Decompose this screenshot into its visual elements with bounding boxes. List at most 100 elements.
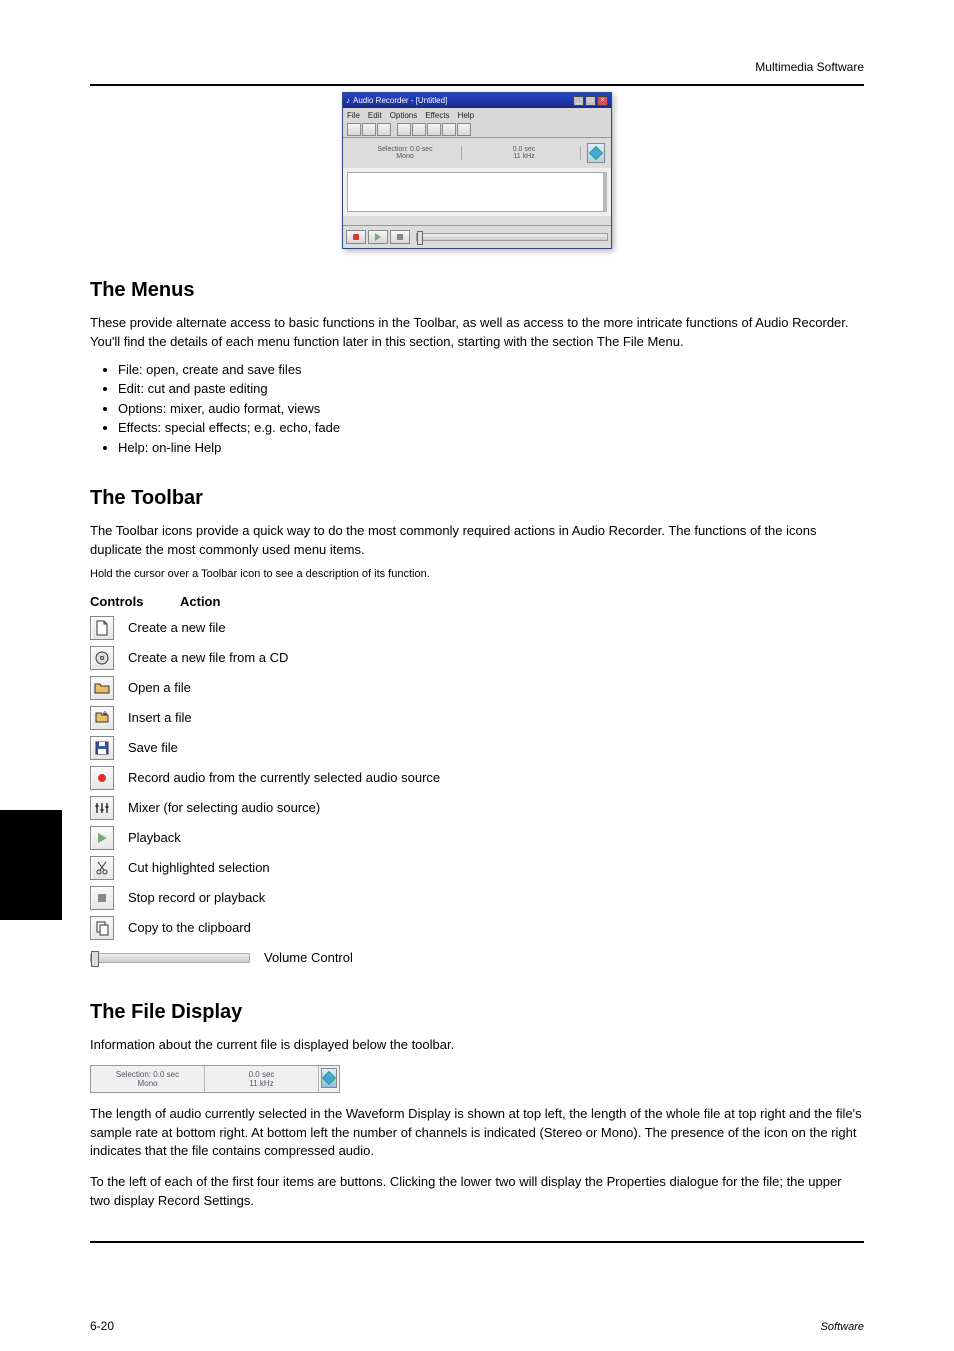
toolbar-heading: The Toolbar bbox=[90, 487, 864, 510]
menubar: File Edit Options Effects Help bbox=[343, 108, 611, 122]
fd-selection[interactable]: Selection: 0.0 sec bbox=[116, 1070, 179, 1079]
screenshot-toolbar bbox=[343, 122, 611, 138]
tb-play[interactable] bbox=[412, 123, 426, 136]
toolbar-row-save: Save file bbox=[90, 735, 864, 761]
filedisplay-p2: The length of audio currently selected i… bbox=[90, 1105, 864, 1162]
toolbar-action-label: Open a file bbox=[128, 680, 191, 695]
transport-stop-button[interactable] bbox=[390, 230, 410, 244]
toolbar-action-label: Volume Control bbox=[264, 950, 353, 965]
tb-record[interactable] bbox=[397, 123, 411, 136]
menus-list: File: open, create and save files Edit: … bbox=[118, 360, 864, 458]
menu-item-effects: Effects: special effects; e.g. echo, fad… bbox=[118, 418, 864, 438]
filedisplay-heading: The File Display bbox=[90, 1001, 864, 1024]
toolbar-action-label: Insert a file bbox=[128, 710, 192, 725]
filedisplay-p3: To the left of each of the first four it… bbox=[90, 1173, 864, 1211]
menu-effects[interactable]: Effects bbox=[425, 111, 449, 120]
close-button[interactable]: × bbox=[597, 96, 608, 106]
toolbar-row-open: Open a file bbox=[90, 675, 864, 701]
toolbar-row-volume: Volume Control bbox=[90, 945, 864, 971]
toolbar-action-label: Record audio from the currently selected… bbox=[128, 770, 440, 785]
menu-help[interactable]: Help bbox=[458, 111, 474, 120]
toolbar-action-label: Mixer (for selecting audio source) bbox=[128, 800, 320, 815]
toolbar-action-label: Stop record or playback bbox=[128, 890, 265, 905]
info-duration: 0.0 sec bbox=[513, 146, 536, 153]
menu-edit[interactable]: Edit bbox=[368, 111, 382, 120]
play-icon[interactable] bbox=[90, 826, 114, 850]
menu-item-edit: Edit: cut and paste editing bbox=[118, 379, 864, 399]
menu-options[interactable]: Options bbox=[390, 111, 418, 120]
toolbar-row-record: Record audio from the currently selected… bbox=[90, 765, 864, 791]
record-icon[interactable] bbox=[90, 766, 114, 790]
info-compressed-icon bbox=[587, 143, 605, 163]
info-selection: Selection: 0.0 sec bbox=[377, 146, 432, 153]
toolbar-action-label: Cut highlighted selection bbox=[128, 860, 270, 875]
info-mode: Mono bbox=[396, 153, 414, 160]
toolbar-row-new-from-cd: Create a new file from a CD bbox=[90, 645, 864, 671]
app-icon: ♪ bbox=[346, 96, 350, 105]
menu-item-options: Options: mixer, audio format, views bbox=[118, 399, 864, 419]
page-number: 6-20 bbox=[90, 1319, 114, 1333]
titlebar: ♪ Audio Recorder - [Untitled] _ □ × bbox=[343, 93, 611, 108]
filedisplay-p1: Information about the current file is di… bbox=[90, 1036, 864, 1055]
minimize-button[interactable]: _ bbox=[573, 96, 584, 106]
toolbar-row-copy: Copy to the clipboard bbox=[90, 915, 864, 941]
toolbar-row-insert: Insert a file bbox=[90, 705, 864, 731]
toolbar-action-label: Save file bbox=[128, 740, 178, 755]
tb-new[interactable] bbox=[347, 123, 361, 136]
tb-cut[interactable] bbox=[427, 123, 441, 136]
toolbar-row-play: Playback bbox=[90, 825, 864, 851]
timeline-ruler bbox=[343, 216, 611, 226]
transport-play-button[interactable] bbox=[368, 230, 388, 244]
menu-file[interactable]: File bbox=[347, 111, 360, 120]
fd-mode[interactable]: Mono bbox=[137, 1079, 157, 1088]
toolbar-tip: Hold the cursor over a Toolbar icon to s… bbox=[90, 568, 864, 580]
screenshot-info-bar: Selection: 0.0 sec Mono 0.0 sec 11 kHz bbox=[343, 138, 611, 168]
menus-heading: The Menus bbox=[90, 279, 864, 302]
cut-icon[interactable] bbox=[90, 856, 114, 880]
toolbar-row-mixer: Mixer (for selecting audio source) bbox=[90, 795, 864, 821]
menu-item-file: File: open, create and save files bbox=[118, 360, 864, 380]
tb-mixer[interactable] bbox=[457, 123, 471, 136]
stop-icon[interactable] bbox=[90, 886, 114, 910]
fd-rate[interactable]: 11 kHz bbox=[249, 1079, 273, 1088]
tb-save[interactable] bbox=[377, 123, 391, 136]
transport-slider[interactable] bbox=[416, 233, 608, 241]
header-rule bbox=[90, 84, 864, 86]
tb-copy[interactable] bbox=[442, 123, 456, 136]
insert-icon[interactable] bbox=[90, 706, 114, 730]
toolbar-control-list: Create a new file Create a new file from … bbox=[90, 615, 864, 971]
toolbar-action-label: Create a new file bbox=[128, 620, 226, 635]
col-header-controls: Controls bbox=[90, 594, 150, 609]
save-icon[interactable] bbox=[90, 736, 114, 760]
fd-duration[interactable]: 0.0 sec bbox=[249, 1070, 275, 1079]
tb-open[interactable] bbox=[362, 123, 376, 136]
header-section-label: Multimedia Software bbox=[90, 60, 864, 74]
menus-intro: These provide alternate access to basic … bbox=[90, 314, 864, 352]
waveform-display[interactable] bbox=[343, 168, 611, 216]
toolbar-action-label: Playback bbox=[128, 830, 181, 845]
maximize-button[interactable]: □ bbox=[585, 96, 596, 106]
toolbar-action-label: Create a new file from a CD bbox=[128, 650, 288, 665]
audio-recorder-window: ♪ Audio Recorder - [Untitled] _ □ × File… bbox=[342, 92, 612, 249]
mixer-icon[interactable] bbox=[90, 796, 114, 820]
transport-record-button[interactable] bbox=[346, 230, 366, 244]
footer-rule bbox=[90, 1241, 864, 1243]
copy-icon[interactable] bbox=[90, 916, 114, 940]
col-header-action: Action bbox=[180, 594, 220, 609]
toolbar-row-stop: Stop record or playback bbox=[90, 885, 864, 911]
transport-bar bbox=[343, 226, 611, 248]
new-from-cd-icon[interactable] bbox=[90, 646, 114, 670]
open-icon[interactable] bbox=[90, 676, 114, 700]
menu-item-help: Help: on-line Help bbox=[118, 438, 864, 458]
footer-section-label: Software bbox=[821, 1321, 864, 1333]
volume-slider[interactable] bbox=[90, 953, 250, 963]
toolbar-row-cut: Cut highlighted selection bbox=[90, 855, 864, 881]
new-icon[interactable] bbox=[90, 616, 114, 640]
toolbar-row-new: Create a new file bbox=[90, 615, 864, 641]
fd-compressed-icon bbox=[321, 1068, 337, 1088]
file-display-widget: Selection: 0.0 sec Mono 0.0 sec 11 kHz bbox=[90, 1065, 340, 1093]
info-rate: 11 kHz bbox=[513, 153, 534, 160]
toolbar-action-label: Copy to the clipboard bbox=[128, 920, 251, 935]
toolbar-intro: The Toolbar icons provide a quick way to… bbox=[90, 522, 864, 560]
window-title: Audio Recorder - [Untitled] bbox=[353, 96, 447, 105]
